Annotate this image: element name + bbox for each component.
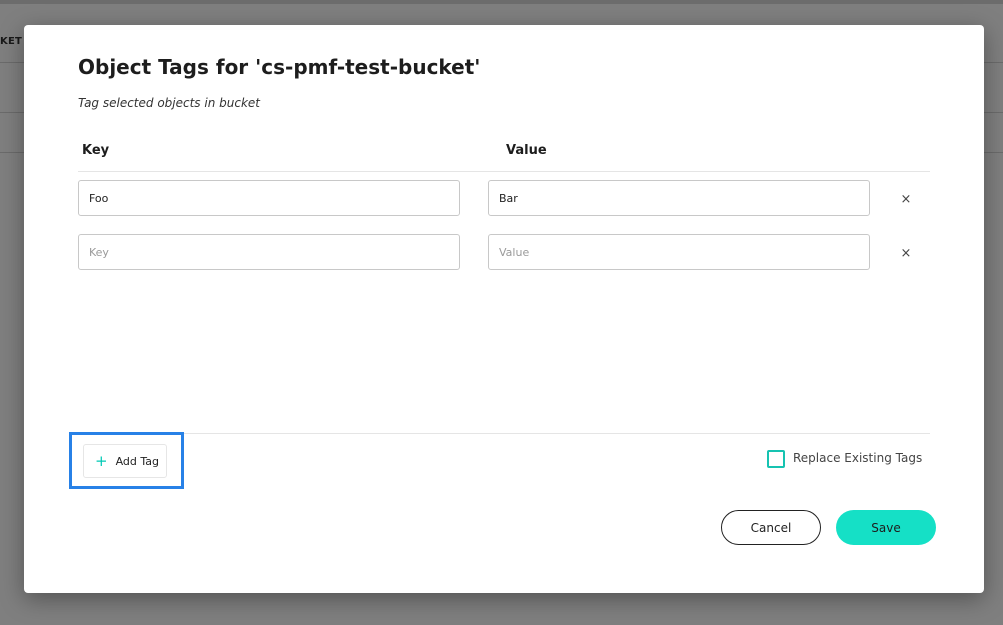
plus-icon: + [95, 451, 108, 470]
save-button[interactable]: Save [836, 510, 936, 545]
tag-value-input[interactable] [488, 180, 870, 216]
replace-existing-label[interactable]: Replace Existing Tags [793, 450, 922, 466]
tag-key-input[interactable] [78, 234, 460, 270]
key-column-header: Key [82, 143, 110, 158]
footer-divider [78, 433, 930, 434]
header-divider [78, 171, 930, 172]
replace-existing-checkbox[interactable] [767, 450, 785, 468]
add-tag-button[interactable]: + Add Tag [83, 444, 167, 478]
tag-key-input[interactable] [78, 180, 460, 216]
remove-tag-icon[interactable]: × [896, 189, 916, 209]
tag-value-input[interactable] [488, 234, 870, 270]
modal-title: Object Tags for 'cs-pmf-test-bucket' [78, 55, 481, 79]
add-tag-label: Add Tag [115, 454, 159, 468]
remove-tag-icon[interactable]: × [896, 243, 916, 263]
cancel-button[interactable]: Cancel [721, 510, 821, 545]
value-column-header: Value [506, 143, 547, 158]
modal-subtitle: Tag selected objects in bucket [78, 96, 260, 110]
object-tags-modal: Object Tags for 'cs-pmf-test-bucket' Tag… [24, 25, 984, 593]
